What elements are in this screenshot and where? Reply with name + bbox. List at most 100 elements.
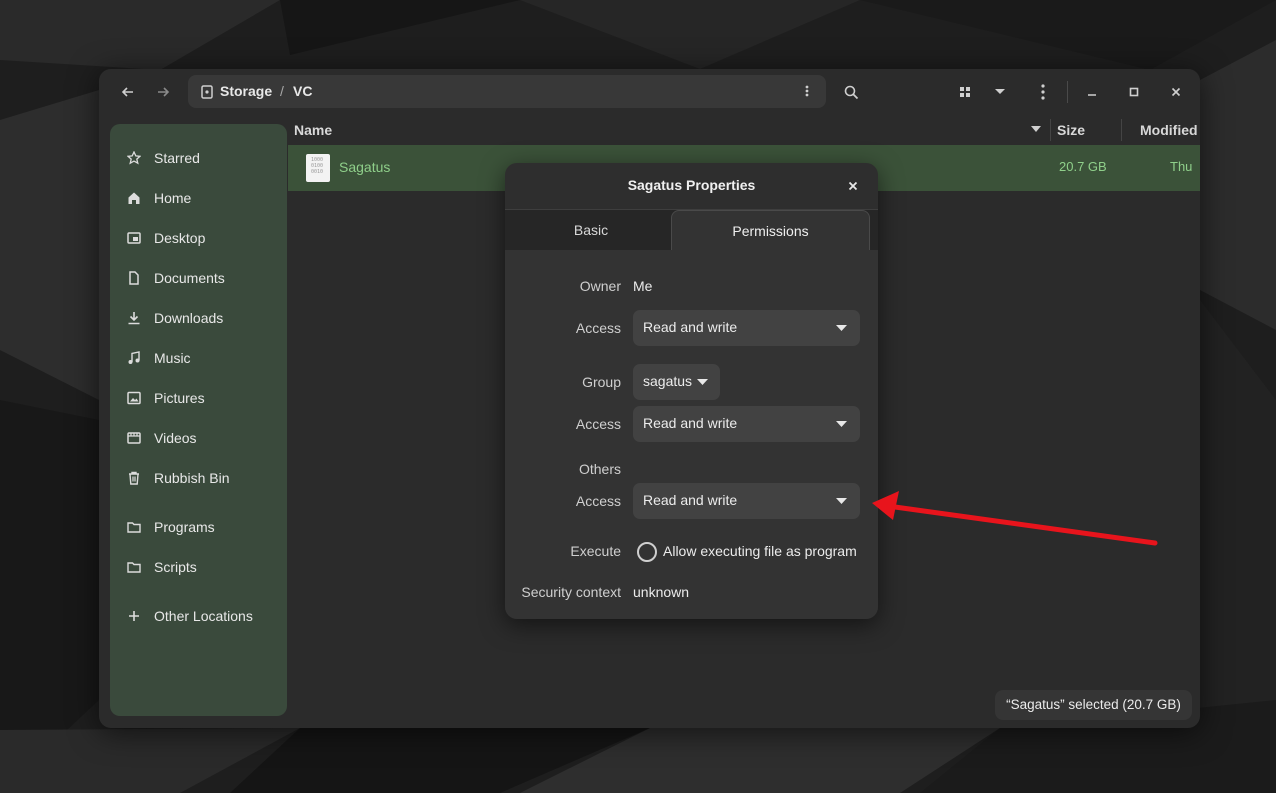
search-icon <box>844 85 858 99</box>
sidebar-item-label: Downloads <box>154 310 224 326</box>
minimize-icon <box>1088 94 1096 96</box>
arrow-right-icon <box>158 87 170 97</box>
tab-basic[interactable]: Basic <box>505 210 677 250</box>
sort-descending-icon[interactable] <box>1031 126 1041 133</box>
tab-permissions[interactable]: Permissions <box>671 210 870 250</box>
sidebar-item-label: Scripts <box>154 559 197 575</box>
column-modified-header[interactable]: Modified <box>1140 122 1198 138</box>
sidebar-item-pictures[interactable]: Pictures <box>110 380 287 416</box>
dialog-title: Sagatus Properties <box>627 177 756 193</box>
breadcrumb-storage[interactable]: Storage <box>220 83 272 99</box>
breadcrumb-current[interactable]: VC <box>293 83 312 99</box>
file-modified: Thu <box>1170 159 1193 174</box>
video-icon <box>127 432 141 444</box>
sidebar-item-scripts[interactable]: Scripts <box>110 549 287 585</box>
chevron-down-icon <box>836 325 847 331</box>
execute-checkbox[interactable] <box>637 542 657 562</box>
sidebar-item-other-locations[interactable]: Other Locations <box>110 598 287 634</box>
arrow-left-icon <box>121 87 133 97</box>
folder-icon <box>127 562 141 573</box>
sidebar-item-starred[interactable]: Starred <box>110 140 287 176</box>
owner-access-dropdown[interactable]: Read and write <box>633 310 860 346</box>
sidebar-item-videos[interactable]: Videos <box>110 420 287 456</box>
owner-label: Owner <box>579 278 621 294</box>
group-access-dropdown[interactable]: Read and write <box>633 406 860 442</box>
sidebar-item-downloads[interactable]: Downloads <box>110 300 287 336</box>
group-access-label: Access <box>575 416 621 432</box>
chevron-down-icon <box>836 498 847 504</box>
header-bar: Storage / VC <box>99 69 1200 115</box>
properties-dialog: Sagatus Properties Basic Permissions Own… <box>505 163 878 619</box>
dialog-tabs: Basic Permissions <box>505 210 878 250</box>
file-name: Sagatus <box>339 159 391 175</box>
chevron-down-icon <box>697 379 708 385</box>
group-dropdown[interactable]: sagatus <box>633 364 720 400</box>
maximize-icon <box>1129 87 1139 97</box>
sidebar-item-label: Programs <box>154 519 215 535</box>
sidebar-item-label: Desktop <box>154 230 206 246</box>
main-menu-button[interactable] <box>1028 77 1058 107</box>
group-access-value: Read and write <box>643 415 738 431</box>
document-icon <box>129 271 139 285</box>
selection-status: “Sagatus” selected (20.7 GB) <box>995 690 1192 720</box>
owner-access-value: Read and write <box>643 319 738 335</box>
chevron-down-icon <box>836 421 847 427</box>
home-icon <box>128 192 140 204</box>
sidebar-item-rubbish-bin[interactable]: Rubbish Bin <box>110 460 287 496</box>
column-header: Name Size Modified <box>288 115 1200 145</box>
sidebar-item-label: Other Locations <box>154 608 253 624</box>
music-icon <box>128 351 140 364</box>
grid-icon <box>960 87 970 97</box>
owner-value: Me <box>633 278 653 294</box>
security-context-label: Security context <box>521 584 621 600</box>
forward-button[interactable] <box>148 77 178 107</box>
picture-icon <box>127 391 141 405</box>
sidebar-item-label: Starred <box>154 150 200 166</box>
sidebar-item-home[interactable]: Home <box>110 180 287 216</box>
others-access-dropdown[interactable]: Read and write <box>633 483 860 519</box>
path-bar[interactable]: Storage / VC <box>188 75 826 108</box>
sidebar-item-label: Pictures <box>154 390 205 406</box>
sidebar-item-label: Music <box>154 350 191 366</box>
close-icon[interactable] <box>846 179 860 193</box>
binary-file-icon: 1000 0100 0010 <box>306 154 330 182</box>
owner-access-label: Access <box>575 320 621 336</box>
sidebar-item-label: Rubbish Bin <box>154 470 230 486</box>
others-access-value: Read and write <box>643 492 738 508</box>
sidebar-item-label: Videos <box>154 430 197 446</box>
chevron-down-icon <box>995 89 1005 94</box>
column-name-header[interactable]: Name <box>294 122 332 138</box>
more-vertical-icon[interactable] <box>800 83 814 99</box>
sidebar-item-desktop[interactable]: Desktop <box>110 220 287 256</box>
file-size: 20.7 GB <box>1059 159 1107 174</box>
security-context-value: unknown <box>633 584 690 600</box>
sidebar-item-music[interactable]: Music <box>110 340 287 376</box>
more-vertical-icon <box>1041 84 1045 100</box>
sidebar: Starred Home Desktop Documents Downloads… <box>110 124 287 716</box>
sidebar-item-documents[interactable]: Documents <box>110 260 287 296</box>
search-button[interactable] <box>836 77 866 107</box>
group-value: sagatus <box>643 373 693 389</box>
folder-icon <box>127 522 141 533</box>
drive-icon <box>201 85 213 99</box>
star-icon <box>127 151 141 165</box>
view-grid-button[interactable] <box>950 77 980 107</box>
column-divider <box>1050 119 1051 141</box>
download-icon <box>128 312 140 325</box>
breadcrumb-separator: / <box>280 83 284 99</box>
close-window-button[interactable] <box>1161 77 1191 107</box>
maximize-button[interactable] <box>1119 77 1149 107</box>
minimize-button[interactable] <box>1077 77 1107 107</box>
back-button[interactable] <box>113 77 143 107</box>
desktop-icon <box>127 232 141 244</box>
close-icon <box>1171 87 1181 97</box>
view-options-button[interactable] <box>985 77 1015 107</box>
column-size-header[interactable]: Size <box>1057 122 1085 138</box>
trash-icon <box>129 471 139 485</box>
group-label: Group <box>582 374 621 390</box>
sidebar-item-label: Home <box>154 190 192 206</box>
permissions-panel: Owner Me Access Read and write Group sag… <box>505 250 878 619</box>
sidebar-item-programs[interactable]: Programs <box>110 509 287 545</box>
others-access-label: Access <box>575 493 621 509</box>
execute-option-label[interactable]: Allow executing file as program <box>663 543 857 559</box>
